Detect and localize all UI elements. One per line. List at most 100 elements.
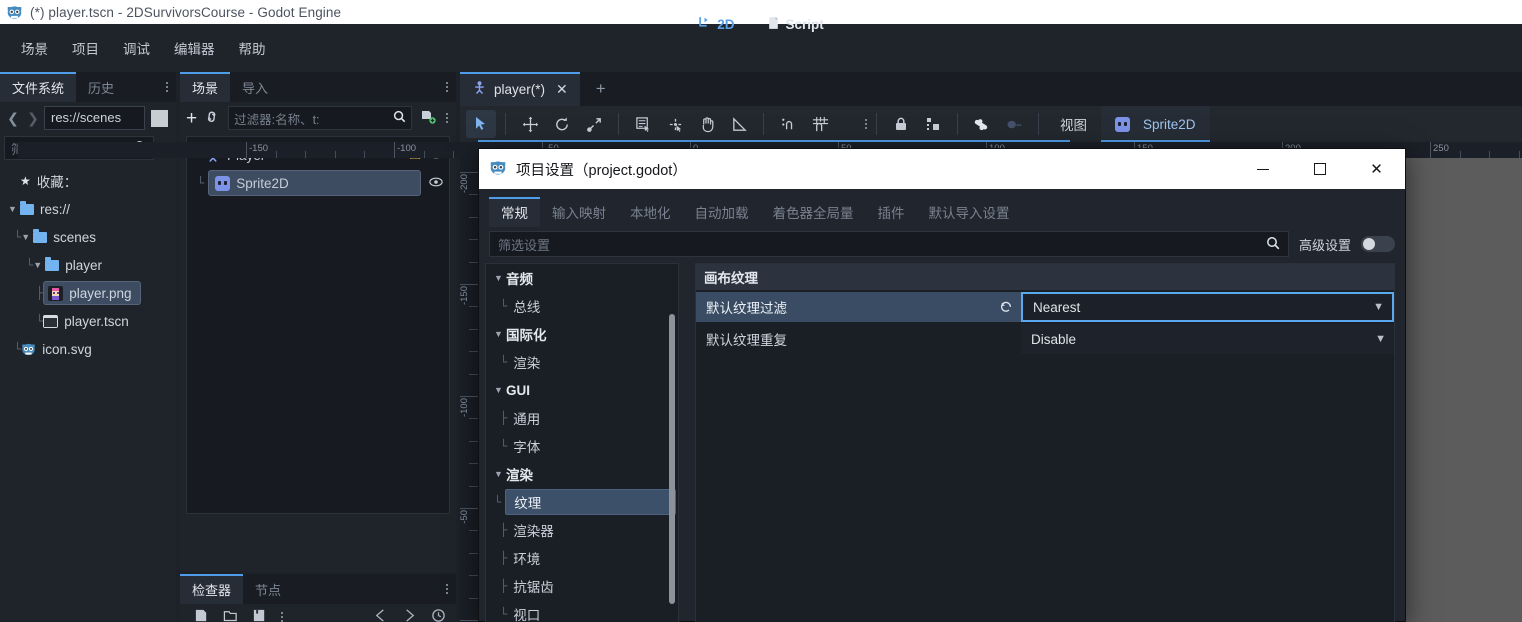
chevron-left-icon[interactable]: ❮ <box>4 110 22 127</box>
tree-item-favorites[interactable]: ★ 收藏： <box>6 167 172 195</box>
tree-item-player-folder[interactable]: └ ▼ player <box>6 251 172 279</box>
settings-group-internationalization[interactable]: ▼ 国际化 <box>486 320 678 348</box>
settings-tree-scrollbar[interactable] <box>669 314 675 604</box>
close-button[interactable]: ✕ <box>1348 149 1405 189</box>
ruler-icon[interactable] <box>724 110 754 138</box>
tab-input-map[interactable]: 输入映射 <box>540 197 618 227</box>
kebab-menu-icon[interactable] <box>281 612 283 622</box>
tab-import[interactable]: 导入 <box>230 72 280 102</box>
attach-script-icon[interactable] <box>420 109 436 128</box>
scene-node-sprite2d[interactable]: └ Sprite2D <box>187 169 449 197</box>
chevron-down-icon[interactable]: ▼ <box>494 385 506 395</box>
tree-item-scenes[interactable]: └ ▼ scenes <box>6 223 172 251</box>
move-icon[interactable] <box>515 110 545 138</box>
settings-item-gui-fonts[interactable]: └ 字体 <box>486 432 678 460</box>
tree-item-res-root[interactable]: ▼ res:// <box>6 195 172 223</box>
settings-item-i18n-rendering[interactable]: └ 渲染 <box>486 348 678 376</box>
settings-group-audio[interactable]: ▼ 音频 <box>486 264 678 292</box>
history-back-icon[interactable] <box>373 608 388 622</box>
property-dropdown-default-texture-filter[interactable]: Nearest ▼ <box>1021 292 1394 322</box>
revert-icon[interactable] <box>999 299 1013 316</box>
group-icon[interactable] <box>918 110 948 138</box>
history-forward-icon[interactable] <box>402 608 417 622</box>
menu-debug[interactable]: 调试 <box>112 34 161 62</box>
view-menu-button[interactable]: 视图 <box>1048 110 1099 138</box>
mode-button-script[interactable]: Script <box>760 13 831 36</box>
tab-shader-globals[interactable]: 着色器全局量 <box>761 197 866 227</box>
scale-icon[interactable] <box>579 110 609 138</box>
history-menu-icon[interactable] <box>431 608 446 622</box>
tree-item-icon-svg[interactable]: └ icon.svg <box>6 335 172 363</box>
settings-splitter[interactable] <box>679 263 695 622</box>
kebab-menu-icon[interactable] <box>444 113 450 123</box>
kebab-menu-icon[interactable] <box>438 72 456 102</box>
tab-import-defaults[interactable]: 默认导入设置 <box>917 197 1022 227</box>
minimize-button[interactable] <box>1234 149 1291 189</box>
chevron-down-icon[interactable]: ▼ <box>21 232 33 242</box>
tab-inspector[interactable]: 检查器 <box>180 574 244 604</box>
chevron-down-icon[interactable]: ▼ <box>494 329 506 339</box>
menu-help[interactable]: 帮助 <box>228 34 277 62</box>
kebab-menu-icon[interactable] <box>438 574 456 604</box>
tab-localization[interactable]: 本地化 <box>618 197 683 227</box>
pivot-icon[interactable] <box>660 110 690 138</box>
open-resource-icon[interactable] <box>223 608 238 622</box>
list-select-icon[interactable] <box>628 110 658 138</box>
settings-item-anti-aliasing[interactable]: ├ 抗锯齿 <box>486 572 678 600</box>
menu-scene[interactable]: 场景 <box>10 34 59 62</box>
chevron-right-icon[interactable]: ❯ <box>24 110 42 127</box>
kebab-menu-icon[interactable] <box>158 72 176 102</box>
selected-node-highlight[interactable]: Sprite2D <box>208 170 421 196</box>
maximize-button[interactable] <box>1291 149 1348 189</box>
property-dropdown-default-texture-repeat[interactable]: Disable ▼ <box>1021 324 1394 354</box>
tab-general[interactable]: 常规 <box>489 197 540 227</box>
chevron-down-icon[interactable]: ▼ <box>33 260 45 270</box>
current-path-field[interactable]: res://scenes <box>44 106 145 130</box>
tab-plugins[interactable]: 插件 <box>866 197 917 227</box>
scene-tab-player[interactable]: player(*) ✕ <box>460 72 580 106</box>
eye-icon[interactable] <box>429 176 443 190</box>
plus-icon[interactable]: + <box>580 72 622 106</box>
settings-group-gui[interactable]: ▼ GUI <box>486 376 678 404</box>
selected-file-highlight[interactable]: player.png <box>43 281 141 305</box>
selected-setting-highlight[interactable]: 纹理 <box>505 489 676 515</box>
settings-group-rendering[interactable]: ▼ 渲染 <box>486 460 678 488</box>
key-icon[interactable] <box>999 110 1029 138</box>
hand-icon[interactable] <box>692 110 722 138</box>
tab-scene[interactable]: 场景 <box>180 72 231 102</box>
save-resource-icon[interactable] <box>252 608 267 622</box>
plus-icon[interactable]: + <box>186 109 197 128</box>
instance-child-scene-icon[interactable] <box>201 106 224 129</box>
settings-item-environment[interactable]: ├ 环境 <box>486 544 678 572</box>
grid-snap-icon[interactable] <box>805 110 835 138</box>
mode-button-2d[interactable]: 2D <box>691 13 741 35</box>
settings-item-gui-common[interactable]: ├ 通用 <box>486 404 678 432</box>
bone-icon[interactable] <box>967 110 997 138</box>
scene-filter-input[interactable]: 过滤器:名称、t: <box>228 106 412 130</box>
kebab-menu-icon[interactable] <box>837 110 867 138</box>
settings-item-textures[interactable]: └ 纹理 <box>486 488 678 516</box>
menu-project[interactable]: 项目 <box>61 34 110 62</box>
chevron-down-icon[interactable]: ▼ <box>8 204 20 214</box>
tab-filesystem[interactable]: 文件系统 <box>0 72 77 102</box>
tab-history[interactable]: 历史 <box>76 72 126 102</box>
settings-item-viewport[interactable]: └ 视口 <box>486 600 678 622</box>
settings-item-buses[interactable]: └ 总线 <box>486 292 678 320</box>
vertical-ruler[interactable]: -200-150-100-500 <box>460 158 478 622</box>
smart-snap-icon[interactable] <box>773 110 803 138</box>
advanced-settings-toggle[interactable] <box>1361 236 1395 252</box>
settings-item-renderer[interactable]: ├ 渲染器 <box>486 516 678 544</box>
lock-icon[interactable] <box>886 110 916 138</box>
chevron-down-icon[interactable]: ▼ <box>494 469 506 479</box>
tree-item-player-png[interactable]: ├ player.png <box>6 279 172 307</box>
tree-item-player-tscn[interactable]: └ player.tscn <box>6 307 172 335</box>
rotate-icon[interactable] <box>547 110 577 138</box>
chevron-down-icon[interactable]: ▼ <box>494 273 506 283</box>
toggle-split-mode-button[interactable] <box>151 109 168 127</box>
menu-editor[interactable]: 编辑器 <box>163 34 226 62</box>
settings-filter-input[interactable]: 筛选设置 <box>489 231 1289 257</box>
cursor-arrow-icon[interactable] <box>466 110 496 138</box>
tab-node[interactable]: 节点 <box>243 574 293 604</box>
new-resource-icon[interactable] <box>194 608 209 622</box>
close-icon[interactable]: ✕ <box>556 81 568 98</box>
